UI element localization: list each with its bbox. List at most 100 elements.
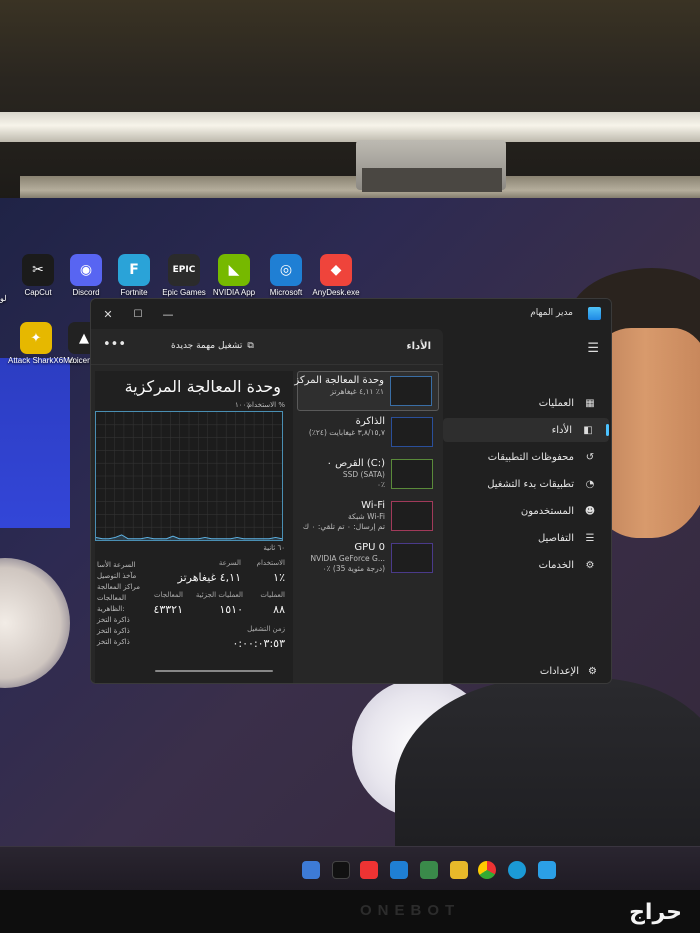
- windows-start-icon[interactable]: [538, 861, 556, 879]
- processes-label: العمليات: [260, 591, 285, 599]
- wallpaper-light-glow: [0, 558, 70, 688]
- file-explorer-taskbar-icon[interactable]: [450, 861, 468, 879]
- haraj-watermark: حراج: [629, 900, 682, 925]
- threads-label: العمليات الجزئية: [195, 591, 243, 599]
- app-icon: ◎: [270, 254, 302, 286]
- desktop-icon-5[interactable]: ◎ Microsoft: [258, 254, 314, 297]
- nav-item-label: تطبيقات بدء التشغيل: [487, 478, 574, 490]
- youtube-taskbar-icon[interactable]: [360, 861, 378, 879]
- resource-item-2[interactable]: القرص ٠ (C:) SSD (SATA) ٠٪: [297, 455, 439, 495]
- nav-item-3[interactable]: تطبيقات بدء التشغيل ◔: [441, 472, 611, 496]
- maximize-button[interactable]: ☐: [127, 304, 149, 324]
- nav-item-2[interactable]: محفوظات التطبيقات ↺: [441, 445, 611, 469]
- cpu-info-label: ذاكرة التخز: [97, 638, 130, 646]
- run-new-task-button[interactable]: تشغيل مهمة جديدة ⧉: [171, 341, 254, 351]
- nav-item-label: العمليات: [538, 397, 574, 409]
- grid-icon: ▦: [585, 397, 595, 409]
- cpu-info-label: مآخذ التوصيل: [97, 572, 137, 580]
- resource-thumbnail: [391, 459, 433, 489]
- store-taskbar-icon[interactable]: [420, 861, 438, 879]
- cpu-detail-pane: وحدة المعالجة المركزية ١٠٠٪ الاستخدام % …: [95, 371, 293, 683]
- handles-label: المعالجات: [153, 591, 183, 599]
- horizontal-scrollbar[interactable]: [155, 670, 273, 672]
- nav-item-0[interactable]: العمليات ▦: [441, 391, 611, 415]
- task-manager-window[interactable]: ✕ ☐ — مدير المهام ☰ العمليات ▦ الأداء ◧ محفو…: [90, 298, 612, 684]
- uptime-label: زمن التشغيل: [247, 625, 285, 633]
- nav-item-5[interactable]: التفاصيل ☰: [441, 526, 611, 550]
- desktop-icon-3[interactable]: EPIC Epic Games: [156, 254, 212, 297]
- graph-time-label: ٦٠ ثانية: [263, 544, 285, 552]
- uptime-value: ٠:٠٠:٠٣:٥٣: [232, 637, 285, 650]
- resource-name: القرص ٠ (C:): [326, 458, 385, 469]
- navigation-pane: ☰ العمليات ▦ الأداء ◧ محفوظات التطبيقات ↺ تطبي…: [441, 329, 611, 683]
- wallpaper-blue-panel: [0, 358, 70, 528]
- tiktok-taskbar-icon[interactable]: [332, 861, 350, 879]
- cpu-info-label: الظاهرية:: [97, 605, 125, 613]
- nav-item-label: محفوظات التطبيقات: [487, 451, 574, 463]
- nav-item-label: التفاصيل: [537, 532, 574, 544]
- monitor-bezel: [0, 890, 700, 933]
- monitor-light-bar: [0, 112, 700, 142]
- resource-thumbnail: [391, 417, 433, 447]
- gear-icon: ⚙: [588, 666, 597, 677]
- graph-caption: الاستخدام %: [247, 401, 285, 409]
- app-icon: ✦: [20, 322, 52, 354]
- resource-subtitle: ٣,٨/١٥,٧ غيغابايت (٢٤٪): [308, 428, 385, 437]
- cpu-info-label: ذاكرة التخز: [97, 627, 130, 635]
- speed-value: ٤,١١ غيغاهرتز: [177, 571, 241, 584]
- resource-name: الذاكرة: [355, 416, 385, 427]
- resource-thumbnail: [390, 376, 432, 406]
- resource-subtitle: ١٪ ٤,١١ غيغاهرتز: [330, 387, 384, 396]
- room-background: [0, 0, 700, 200]
- settings-label: الإعدادات: [539, 666, 580, 677]
- chrome-taskbar-icon[interactable]: [478, 861, 496, 879]
- list-icon: ☰: [585, 532, 595, 544]
- page-title: الأداء: [406, 341, 431, 352]
- app-icon: ✂: [22, 254, 54, 286]
- task-manager-app-icon: [588, 307, 601, 320]
- app-icon: ◣: [218, 254, 250, 286]
- title-bar[interactable]: ✕ ☐ — مدير المهام: [91, 299, 611, 329]
- task-manager-taskbar-icon[interactable]: [302, 861, 320, 879]
- resource-subtitle-2: تم إرسال: ٠ تم تلقي: ٠ ك: [302, 522, 385, 531]
- nav-item-1[interactable]: الأداء ◧: [443, 418, 609, 442]
- edge-taskbar-icon[interactable]: [508, 861, 526, 879]
- desktop-icon-label: Epic Games: [162, 288, 206, 297]
- resource-item-1[interactable]: الذاكرة ٣,٨/١٥,٧ غيغابايت (٢٤٪): [297, 413, 439, 453]
- desktop-edge-label: لو: [0, 294, 7, 303]
- desktop-icon-label: NVIDIA App: [212, 288, 256, 297]
- light-bar-clamp-base: [362, 168, 502, 192]
- resource-item-4[interactable]: GPU 0 NVIDIA GeForce G... ٠٪ (35 درجة مئوي…: [297, 539, 439, 579]
- nav-item-label: الخدمات: [538, 559, 574, 571]
- desktop-icon-6[interactable]: ◆ AnyDesk.exe: [308, 254, 364, 297]
- desktop-icon-label: Microsoft: [269, 288, 303, 297]
- nav-item-4[interactable]: المستخدمون ☻: [441, 499, 611, 523]
- app-icon: ◉: [70, 254, 102, 286]
- usage-label: الاستخدام: [256, 559, 285, 567]
- resource-subtitle: NVIDIA GeForce G...: [310, 554, 385, 563]
- resource-item-3[interactable]: Wi-Fi شبكة Wi-Fi تم إرسال: ٠ تم تلقي: ٠ ك: [297, 497, 439, 537]
- hamburger-menu-icon[interactable]: ☰: [587, 341, 599, 356]
- outlook-taskbar-icon[interactable]: [390, 861, 408, 879]
- desktop-icon-2[interactable]: F Fortnite: [106, 254, 162, 297]
- processes-value: ٨٨: [273, 603, 285, 616]
- history-icon: ↺: [585, 451, 595, 463]
- startup-icon: ◔: [585, 478, 595, 490]
- desktop-icon-label: AnyDesk.exe: [312, 288, 360, 297]
- resource-subtitle-2: ٠٪: [376, 480, 385, 489]
- minimize-button[interactable]: —: [157, 304, 179, 324]
- close-button[interactable]: ✕: [97, 304, 119, 324]
- resource-subtitle-2: ٠٪ (35 درجة مئوية): [322, 564, 385, 573]
- desktop-icon-4[interactable]: ◣ NVIDIA App: [206, 254, 262, 297]
- services-icon: ⚙: [585, 559, 595, 571]
- resource-name: GPU 0: [354, 542, 385, 553]
- settings-item[interactable]: الإعدادات ⚙: [540, 666, 597, 677]
- resource-item-0[interactable]: وحدة المعالجة المركز ١٪ ٤,١١ غيغاهرتز: [294, 371, 439, 411]
- cpu-info-label: ذاكرة التخز: [97, 616, 130, 624]
- cpu-usage-graph: [95, 411, 283, 541]
- resource-thumbnail: [391, 543, 433, 573]
- nav-item-label: المستخدمون: [520, 505, 574, 517]
- nav-item-6[interactable]: الخدمات ⚙: [441, 553, 611, 577]
- more-options-button[interactable]: •••: [103, 337, 126, 352]
- run-new-task-label: تشغيل مهمة جديدة: [171, 341, 243, 351]
